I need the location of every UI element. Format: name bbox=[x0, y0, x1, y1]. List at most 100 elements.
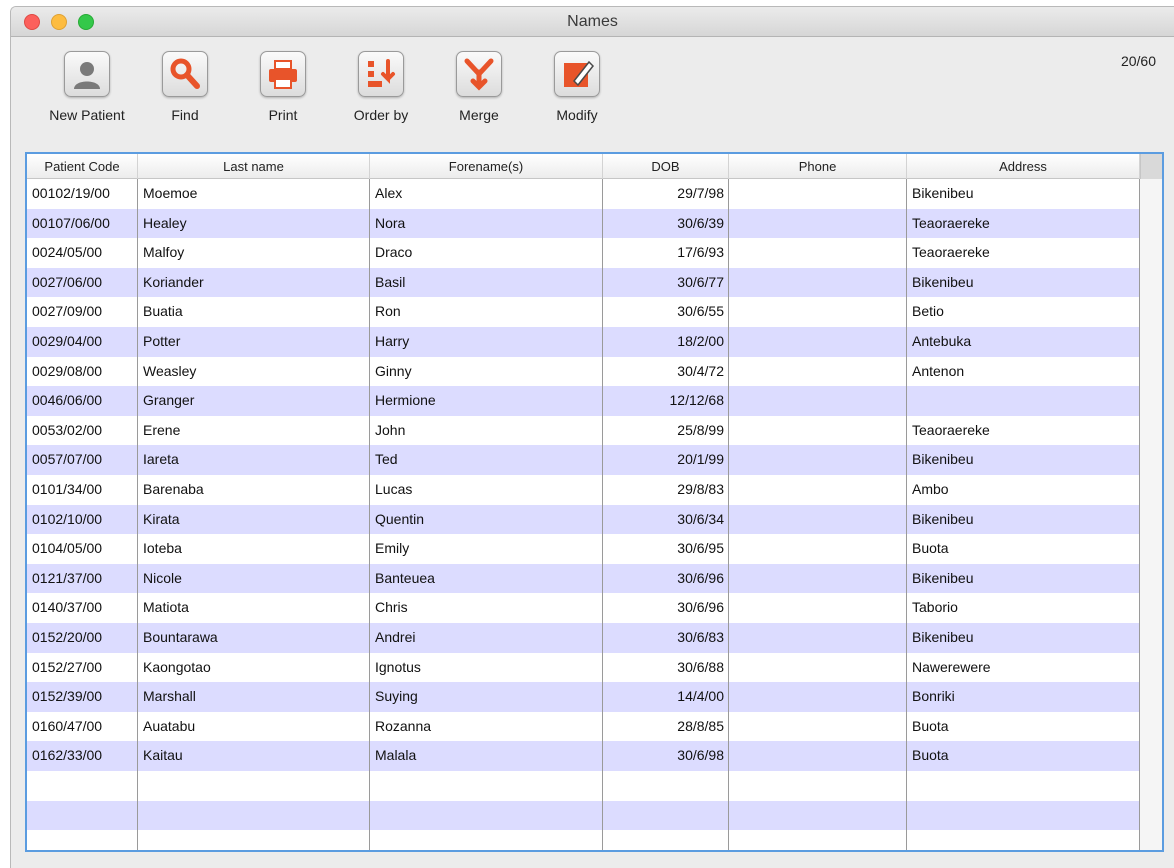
cell-patient-code: 0160/47/00 bbox=[32, 717, 103, 734]
table-row[interactable]: 0029/04/00 Potter Harry 18/2/00 Antebuka bbox=[27, 327, 1140, 357]
table-row[interactable]: 0027/09/00 Buatia Ron 30/6/55 Betio bbox=[27, 297, 1140, 327]
person-icon bbox=[64, 51, 110, 97]
table-row[interactable]: 00107/06/00 Healey Nora 30/6/39 Teaoraereke bbox=[27, 208, 1140, 239]
scrollbar-corner bbox=[1140, 154, 1162, 179]
table-row[interactable]: 0027/06/00 Koriander Basil 30/6/77 Bikenibeu bbox=[27, 267, 1140, 298]
cell-last-name: Kaitau bbox=[143, 747, 183, 764]
cell-patient-code: 0102/10/00 bbox=[32, 510, 103, 527]
names-window: Names New Patient Find Print Order by Me… bbox=[10, 6, 1174, 868]
find-label: Find bbox=[171, 107, 199, 123]
cell-last-name: Nicole bbox=[143, 569, 182, 586]
patient-table[interactable]: Patient Code Last name Forename(s) DOB P… bbox=[25, 152, 1164, 852]
column-divider bbox=[369, 179, 370, 850]
cell-forenames: Nora bbox=[375, 214, 406, 231]
cell-patient-code: 0027/06/00 bbox=[32, 273, 103, 290]
cell-forenames: Basil bbox=[375, 273, 406, 290]
cell-forenames: Andrei bbox=[375, 629, 416, 645]
cell-patient-code: 00102/19/00 bbox=[32, 185, 110, 201]
cell-dob: 30/4/72 bbox=[677, 362, 724, 379]
cell-patient-code: 0046/06/00 bbox=[32, 392, 103, 409]
cell-last-name: Granger bbox=[143, 392, 195, 409]
cell-patient-code: 0152/39/00 bbox=[32, 688, 103, 705]
cell-phone bbox=[729, 623, 907, 653]
table-row[interactable]: 0152/39/00 Marshall Suying 14/4/00 Bonriki bbox=[27, 682, 1140, 712]
column-divider bbox=[906, 179, 907, 850]
table-row[interactable]: 0053/02/00 Erene John 25/8/99 Teaoraereke bbox=[27, 416, 1140, 446]
cell-address: Bikenibeu bbox=[912, 569, 974, 586]
cell-address: Bikenibeu bbox=[912, 185, 974, 201]
cell-forenames: John bbox=[375, 421, 406, 438]
pencil-icon bbox=[554, 51, 600, 97]
cell-phone bbox=[729, 209, 907, 239]
cell-patient-code: 0121/37/00 bbox=[32, 569, 103, 586]
cell-forenames: Draco bbox=[375, 244, 413, 261]
table-row[interactable]: 0121/37/00 Nicole Banteuea 30/6/96 Bikenibeu bbox=[27, 563, 1140, 594]
find-button[interactable]: Find bbox=[137, 49, 233, 123]
table-row[interactable]: 0057/07/00 Iareta Ted 20/1/99 Bikenibeu bbox=[27, 445, 1140, 475]
cell-dob: 30/6/77 bbox=[677, 273, 724, 290]
cell-phone bbox=[729, 741, 907, 771]
cell-address: Bikenibeu bbox=[912, 451, 974, 468]
table-row[interactable]: 0046/06/00 Granger Hermione 12/12/68 bbox=[27, 386, 1140, 416]
table-row[interactable]: 0101/34/00 Barenaba Lucas 29/8/83 Ambo bbox=[27, 475, 1140, 505]
print-label: Print bbox=[268, 107, 298, 123]
merge-button[interactable]: Merge bbox=[431, 49, 527, 123]
table-row[interactable]: 0152/20/00 Bountarawa Andrei 30/6/83 Bikenib… bbox=[27, 623, 1140, 653]
cell-patient-code: 0162/33/00 bbox=[32, 747, 103, 764]
cell-dob: 30/6/83 bbox=[677, 629, 724, 645]
cell-address: Buota bbox=[912, 540, 949, 557]
cell-forenames: Lucas bbox=[375, 481, 413, 497]
vertical-scrollbar[interactable] bbox=[1140, 179, 1162, 850]
cell-dob: 30/6/96 bbox=[677, 599, 724, 616]
new-patient-button[interactable]: New Patient bbox=[39, 49, 135, 123]
column-header-patient-code[interactable]: Patient Code bbox=[27, 154, 138, 179]
cell-address bbox=[907, 386, 1140, 416]
modify-button[interactable]: Modify bbox=[529, 49, 625, 123]
column-header-phone[interactable]: Phone bbox=[729, 154, 907, 179]
column-header-address[interactable]: Address bbox=[907, 154, 1140, 179]
cell-phone bbox=[729, 653, 907, 683]
cell-last-name: Buatia bbox=[143, 303, 183, 320]
cell-last-name: Malfoy bbox=[143, 244, 185, 261]
cell-address: Teaoraereke bbox=[912, 214, 990, 231]
cell-patient-code: 0140/37/00 bbox=[32, 599, 103, 616]
cell-phone bbox=[729, 268, 907, 298]
cell-phone bbox=[729, 475, 907, 505]
print-button[interactable]: Print bbox=[235, 49, 331, 123]
cell-forenames: Banteuea bbox=[375, 569, 435, 586]
column-header-dob[interactable]: DOB bbox=[603, 154, 729, 179]
cell-address: Antebuka bbox=[912, 333, 972, 349]
cell-patient-code: 0029/08/00 bbox=[32, 362, 103, 379]
cell-forenames: Ted bbox=[375, 451, 398, 468]
table-row[interactable]: 0140/37/00 Matiota Chris 30/6/96 Taborio bbox=[27, 593, 1140, 623]
cell-forenames: Suying bbox=[375, 688, 418, 705]
cell-dob: 30/6/34 bbox=[677, 510, 724, 527]
cell-patient-code: 0029/04/00 bbox=[32, 333, 103, 349]
table-row[interactable]: 0102/10/00 Kirata Quentin 30/6/34 Bikenibeu bbox=[27, 504, 1140, 535]
cell-patient-code: 0024/05/00 bbox=[32, 244, 103, 261]
cell-address: Taborio bbox=[912, 599, 958, 616]
empty-table-row bbox=[27, 800, 1140, 831]
column-header-last-name[interactable]: Last name bbox=[138, 154, 370, 179]
table-row[interactable]: 0024/05/00 Malfoy Draco 17/6/93 Teaoraereke bbox=[27, 238, 1140, 268]
merge-label: Merge bbox=[459, 107, 499, 123]
cell-patient-code: 0104/05/00 bbox=[32, 540, 103, 557]
table-row[interactable]: 0029/08/00 Weasley Ginny 30/4/72 Antenon bbox=[27, 357, 1140, 387]
table-row[interactable]: 0160/47/00 Auatabu Rozanna 28/8/85 Buota bbox=[27, 712, 1140, 742]
table-row[interactable]: 00102/19/00 Moemoe Alex 29/7/98 Bikenibeu bbox=[27, 179, 1140, 209]
order-by-label: Order by bbox=[353, 107, 409, 123]
window-title: Names bbox=[567, 13, 618, 30]
cell-address: Antenon bbox=[912, 362, 965, 379]
cell-dob: 20/1/99 bbox=[677, 451, 724, 468]
cell-phone bbox=[729, 712, 907, 742]
table-row[interactable]: 0104/05/00 Ioteba Emily 30/6/95 Buota bbox=[27, 534, 1140, 564]
column-divider bbox=[602, 179, 603, 850]
table-row[interactable]: 0162/33/00 Kaitau Malala 30/6/98 Buota bbox=[27, 741, 1140, 771]
column-header-forenames[interactable]: Forename(s) bbox=[370, 154, 603, 179]
cell-dob: 29/7/98 bbox=[677, 185, 724, 201]
order-by-button[interactable]: Order by bbox=[333, 49, 429, 123]
cell-phone bbox=[729, 505, 907, 535]
cell-address: Buota bbox=[912, 747, 949, 764]
cell-last-name: Barenaba bbox=[143, 481, 204, 497]
table-row[interactable]: 0152/27/00 Kaongotao Ignotus 30/6/88 Nawerew… bbox=[27, 653, 1140, 683]
